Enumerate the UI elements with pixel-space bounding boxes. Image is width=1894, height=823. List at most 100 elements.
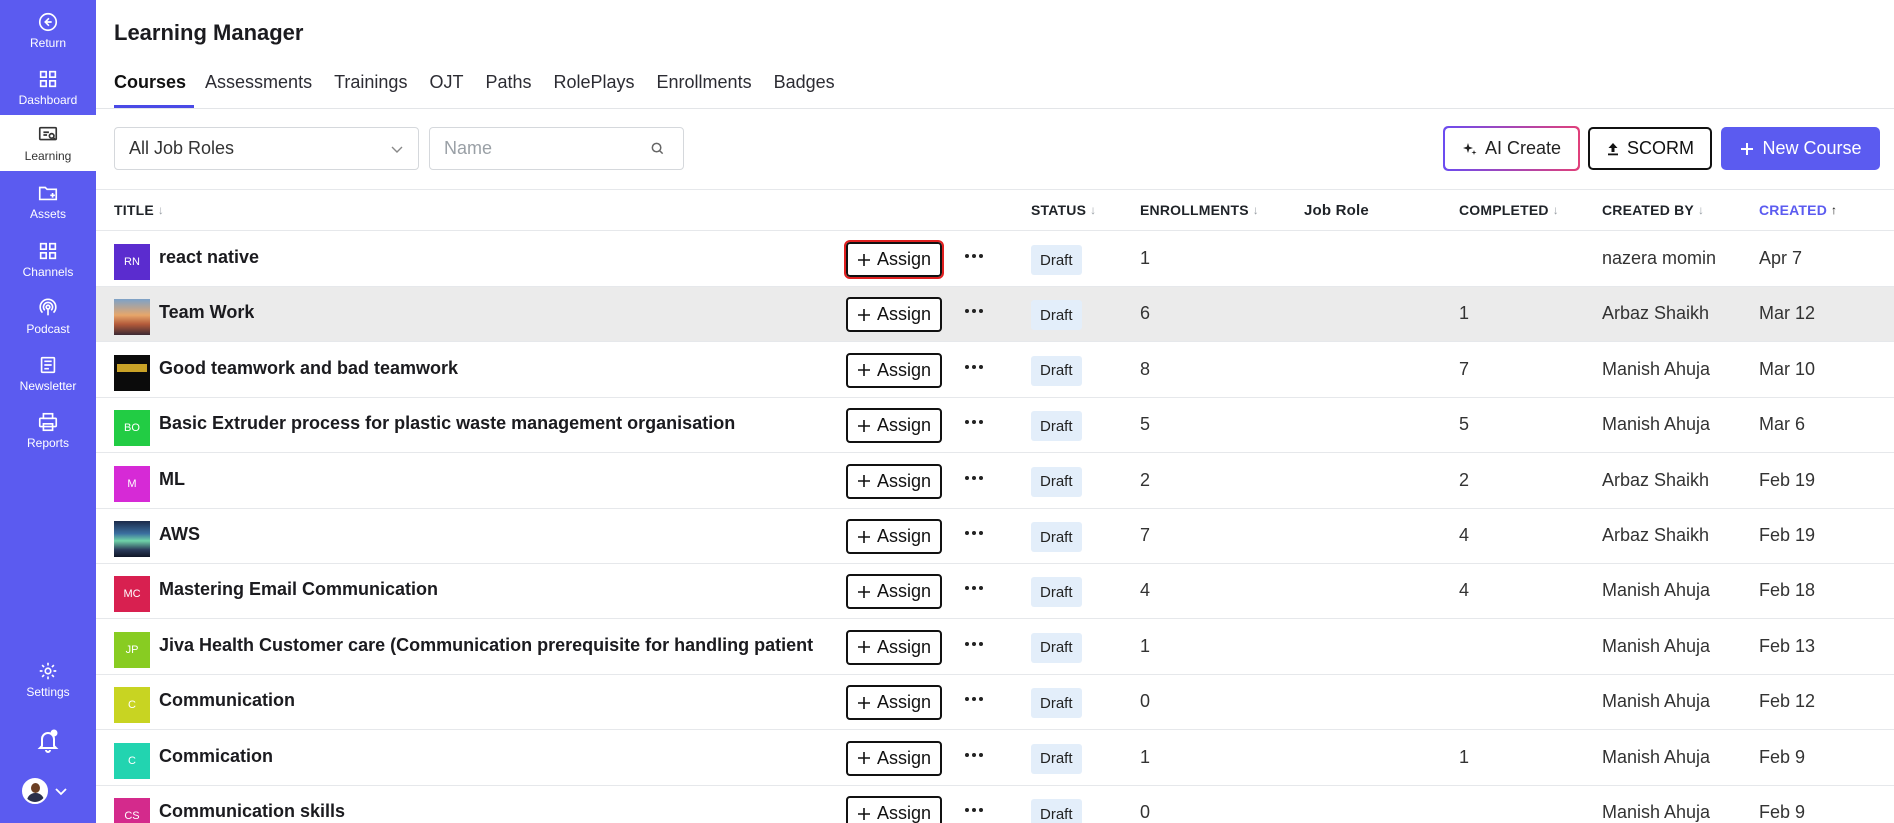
sidebar-item-assets[interactable]: Assets <box>0 173 96 229</box>
name-search-input[interactable] <box>430 138 650 159</box>
tab-trainings[interactable]: Trainings <box>323 72 418 108</box>
table-row[interactable]: AWS Assign Draft 7 4 Arbaz Shaikh Feb 19 <box>96 509 1894 564</box>
more-options-icon[interactable] <box>962 632 986 656</box>
job-role-select[interactable]: All Job Roles <box>114 127 419 170</box>
tab-courses[interactable]: Courses <box>114 72 195 108</box>
course-title[interactable]: Commication <box>159 746 273 767</box>
course-initials-avatar: MC <box>114 576 150 613</box>
more-options-icon[interactable] <box>962 355 986 379</box>
created-date: Feb 9 <box>1759 802 1806 822</box>
sidebar-item-newsletter[interactable]: Newsletter <box>0 345 96 401</box>
assign-button[interactable]: Assign <box>846 352 942 388</box>
column-header-status[interactable]: STATUS ↓ <box>1031 202 1096 218</box>
status-badge: Draft <box>1031 688 1082 719</box>
enrollments-count: 0 <box>1140 691 1151 712</box>
course-title[interactable]: ML <box>159 469 185 490</box>
plus-icon <box>857 253 870 266</box>
course-title[interactable]: Basic Extruder process for plastic waste… <box>159 413 735 434</box>
enrollments-count: 7 <box>1140 525 1151 545</box>
sidebar-item-learning[interactable]: Learning <box>0 115 96 171</box>
table-row[interactable]: Team Work Assign Draft 6 1 Arbaz Shaikh Mar 12 <box>96 287 1894 343</box>
table-row[interactable]: C Commication Assign Draft 1 1 Manish Ahuja Feb… <box>96 730 1894 786</box>
more-options-icon[interactable] <box>962 798 986 822</box>
status-badge: Draft <box>1031 245 1082 275</box>
course-title[interactable]: Good teamwork and bad teamwork <box>159 358 458 379</box>
assign-button[interactable]: Assign <box>846 297 942 333</box>
tab-bar: Courses Assessments Trainings OJT Paths … <box>114 72 846 108</box>
column-header-completed[interactable]: COMPLETED ↓ <box>1459 202 1559 218</box>
job-role-select-value: All Job Roles <box>129 138 235 158</box>
assign-button[interactable]: Assign <box>846 463 942 499</box>
course-title[interactable]: AWS <box>159 524 200 545</box>
sort-arrow-icon: ↓ <box>1090 203 1097 217</box>
column-header-title[interactable]: TITLE ↓ <box>114 202 164 218</box>
column-header-created[interactable]: CREATED ↑ <box>1759 202 1837 218</box>
assign-button[interactable]: Assign <box>846 629 942 665</box>
tab-paths[interactable]: Paths <box>474 72 542 108</box>
plus-icon <box>857 419 870 432</box>
table-row[interactable]: JP Jiva Health Customer care (Communicati… <box>96 619 1894 675</box>
assign-label: Assign <box>876 304 932 325</box>
scorm-button[interactable]: SCORM <box>1588 127 1712 170</box>
assign-button[interactable]: Assign <box>846 796 942 823</box>
table-row[interactable]: M ML Assign Draft 2 2 Arbaz Shaikh Feb 19 <box>96 453 1894 509</box>
enrollments-count: 0 <box>1140 802 1151 822</box>
assign-button[interactable]: Assign <box>846 685 942 721</box>
assign-button[interactable]: Assign <box>846 519 942 554</box>
sidebar-item-label: Assets <box>29 206 66 221</box>
more-options-icon[interactable] <box>962 521 986 545</box>
table-header: TITLE ↓ STATUS ↓ ENROLLMENTS ↓ Job Role COM… <box>96 189 1894 231</box>
more-options-icon[interactable] <box>962 687 986 711</box>
course-title[interactable]: Jiva Health Customer care (Communication… <box>159 635 813 656</box>
table-row[interactable]: RN react native Assign Draft 1 nazera momin Ap… <box>96 232 1894 287</box>
tab-roleplays[interactable]: RolePlays <box>542 72 645 108</box>
sidebar-item-channels[interactable]: Channels <box>0 231 96 287</box>
assign-label: Assign <box>876 747 932 768</box>
sidebar-item-dashboard[interactable]: Dashboard <box>0 59 96 115</box>
column-header-created-by[interactable]: CREATED BY ↓ <box>1602 202 1704 218</box>
sidebar-item-label: Dashboard <box>18 92 78 107</box>
created-date: Feb 19 <box>1759 525 1816 545</box>
sidebar-item-podcast[interactable]: Podcast <box>0 288 96 344</box>
more-options-icon[interactable] <box>962 466 986 490</box>
sort-arrow-icon: ↓ <box>1552 203 1559 217</box>
assign-button[interactable]: Assign <box>844 240 944 279</box>
more-options-icon[interactable] <box>962 244 986 268</box>
course-title[interactable]: Communication skills <box>159 801 345 822</box>
plus-icon <box>857 364 870 377</box>
ai-create-button[interactable]: AI Create <box>1443 126 1580 171</box>
assign-button[interactable]: Assign <box>846 740 942 776</box>
search-icon <box>651 142 664 155</box>
course-title[interactable]: Mastering Email Communication <box>159 579 438 600</box>
tab-badges[interactable]: Badges <box>763 72 846 108</box>
tab-enrollments[interactable]: Enrollments <box>646 72 763 108</box>
course-title[interactable]: react native <box>159 247 259 268</box>
completed-count: 2 <box>1459 469 1470 490</box>
table-row[interactable]: BO Basic Extruder process for plastic was… <box>96 398 1894 454</box>
more-options-icon[interactable] <box>962 410 986 434</box>
table-row[interactable]: Good teamwork and bad teamwork Assign Draf… <box>96 342 1894 398</box>
table-row[interactable]: CS Communication skills Assign Draft 0 Manish… <box>96 786 1894 823</box>
newsletter-icon <box>40 356 56 373</box>
tab-ojt[interactable]: OJT <box>418 72 474 108</box>
assign-button[interactable]: Assign <box>846 408 942 444</box>
sidebar-item-settings[interactable]: Settings <box>0 651 96 707</box>
assign-button[interactable]: Assign <box>846 574 942 610</box>
more-options-icon[interactable] <box>962 576 986 600</box>
column-header-enrollments[interactable]: ENROLLMENTS ↓ <box>1140 202 1259 218</box>
course-title[interactable]: Team Work <box>159 302 254 323</box>
user-menu[interactable] <box>22 778 68 804</box>
table-row[interactable]: MC Mastering Email Communication Assign Dra… <box>96 564 1894 620</box>
more-options-icon[interactable] <box>962 743 986 767</box>
course-title[interactable]: Communication <box>159 690 295 711</box>
sidebar-item-return[interactable]: Return <box>0 2 96 58</box>
tab-assessments[interactable]: Assessments <box>194 72 323 108</box>
sidebar-item-reports[interactable]: Reports <box>0 402 96 458</box>
more-options-icon[interactable] <box>962 299 986 323</box>
table-row[interactable]: C Communication Assign Draft 0 Manish Ahuja Fe… <box>96 675 1894 731</box>
enrollments-count: 1 <box>1140 746 1151 767</box>
bell-icon[interactable] <box>36 728 60 754</box>
new-course-button[interactable]: New Course <box>1721 127 1880 170</box>
course-initials-avatar: BO <box>114 410 150 447</box>
sidebar-item-label: Channels <box>22 264 74 279</box>
